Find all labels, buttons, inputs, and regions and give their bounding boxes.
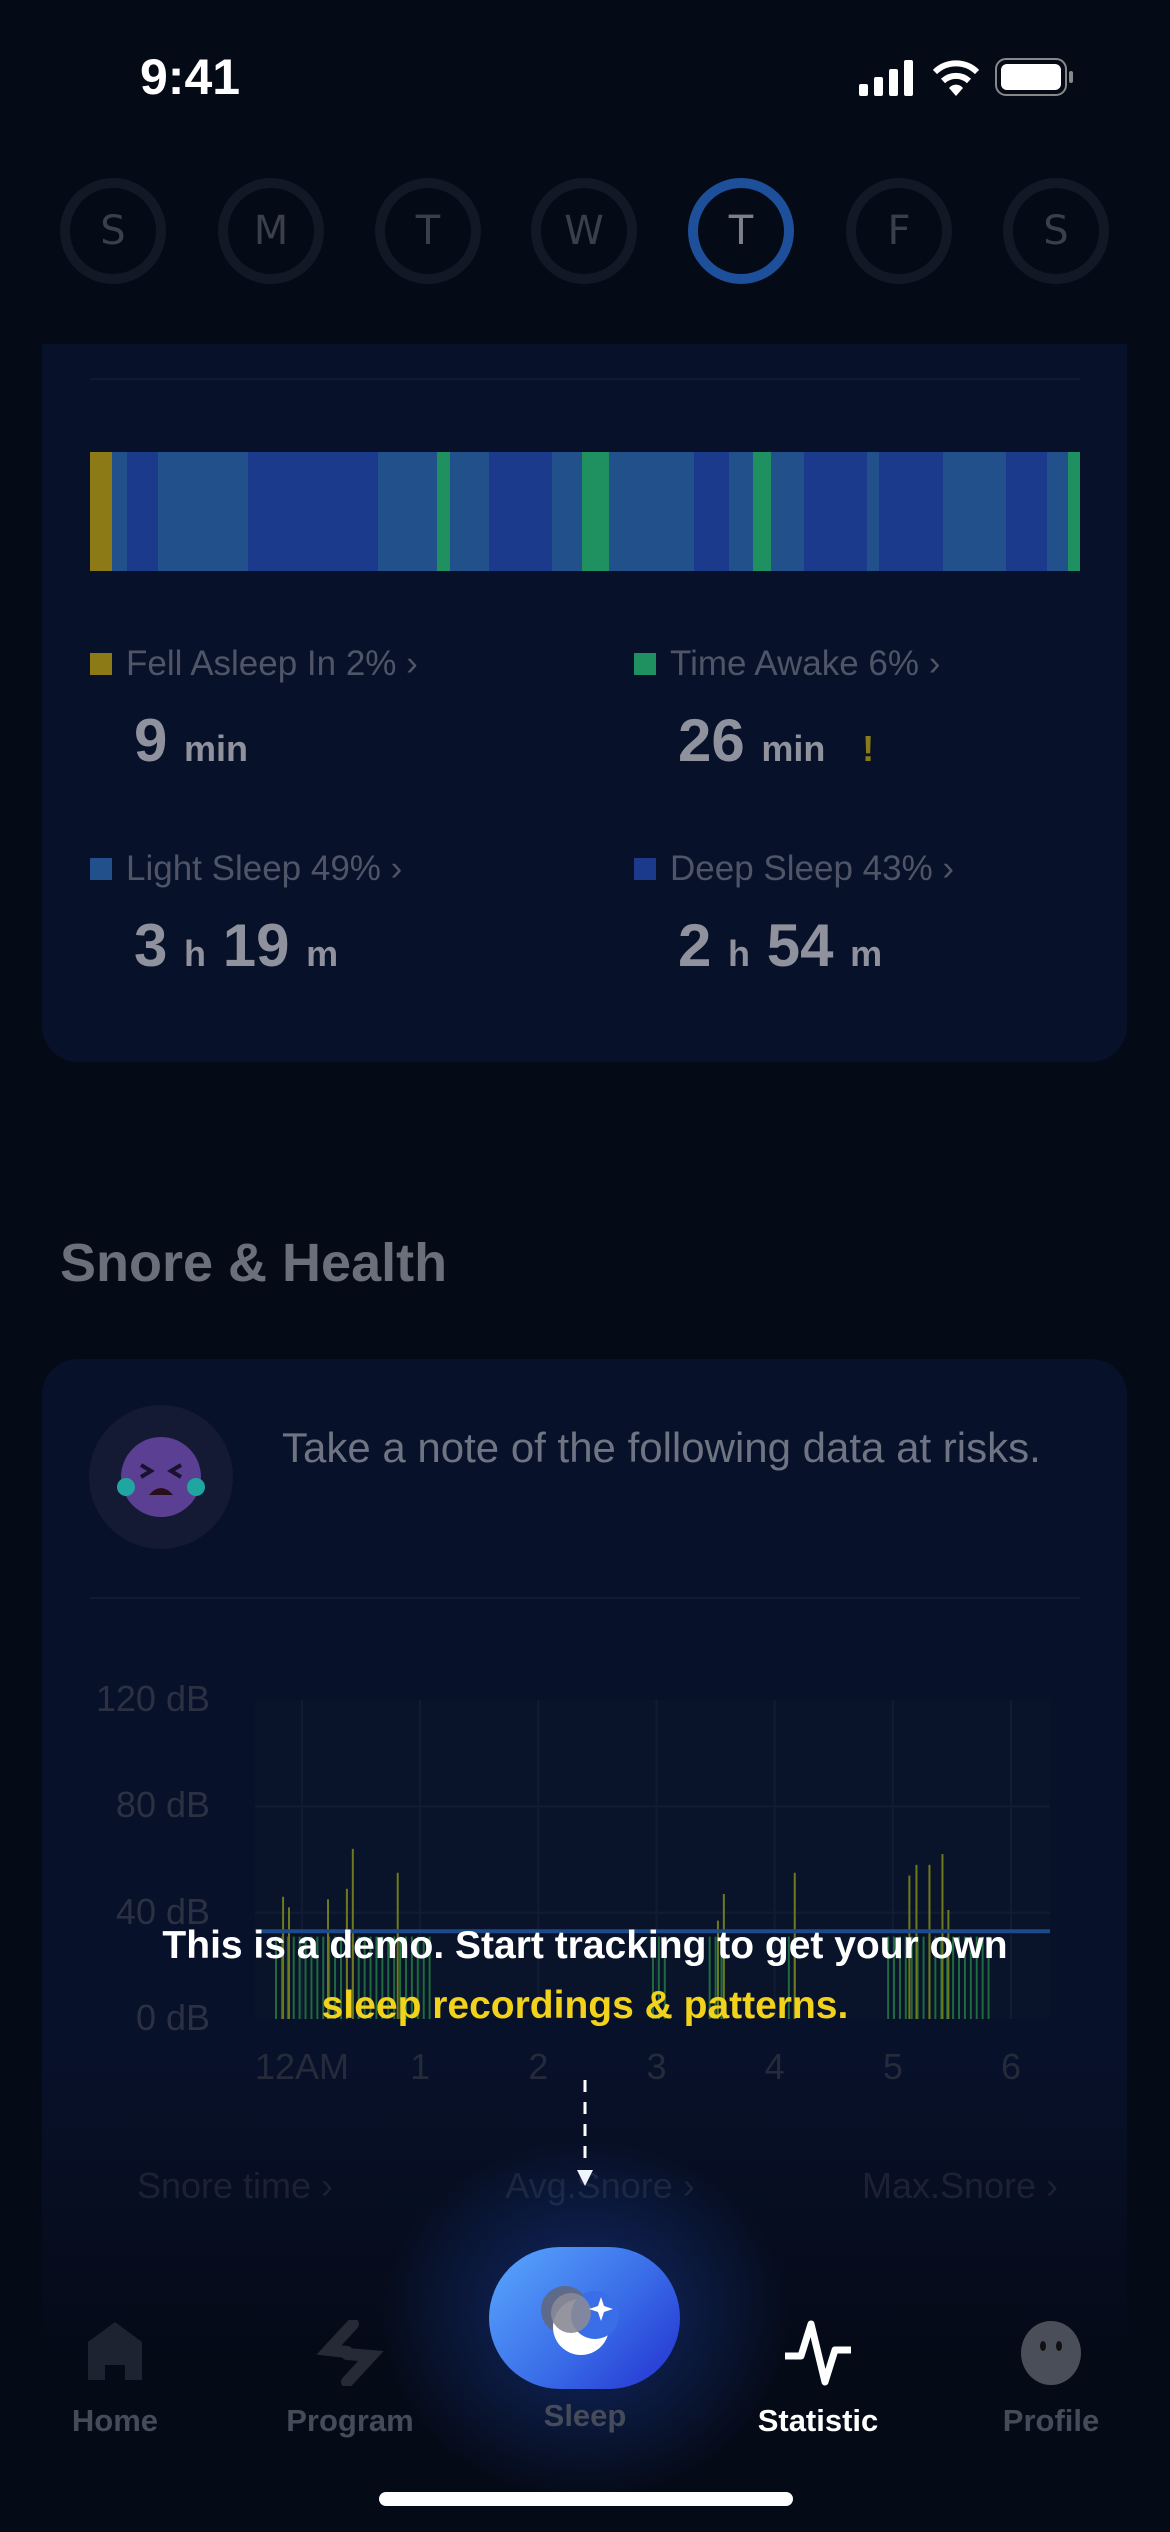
- wifi-icon: [933, 60, 979, 96]
- tab-home[interactable]: Home: [15, 2320, 215, 2439]
- status-time: 9:41: [140, 49, 241, 105]
- tab-label: Program: [286, 2403, 414, 2438]
- day-5[interactable]: F: [846, 178, 952, 284]
- demo-overlay-highlight: sleep recordings & patterns.: [321, 1984, 849, 2027]
- home-icon: [88, 2322, 142, 2380]
- sleep-button[interactable]: [489, 2247, 680, 2389]
- signal-icon: [859, 60, 913, 96]
- profile-face-icon: [1021, 2321, 1081, 2385]
- day-2[interactable]: T: [375, 178, 481, 284]
- day-3[interactable]: W: [531, 178, 637, 284]
- tab-statistic[interactable]: Statistic: [718, 2320, 918, 2439]
- demo-overlay-text: This is a demo. Start tracking to get yo…: [162, 1924, 1008, 1967]
- tab-label: Statistic: [757, 2403, 879, 2438]
- tab-label: Home: [71, 2403, 159, 2438]
- snore-stat-label[interactable]: Max.Snore ›: [862, 2165, 1058, 2207]
- day-4[interactable]: T: [688, 178, 794, 284]
- moon-star-icon: [541, 2286, 619, 2355]
- day-6[interactable]: S: [1003, 178, 1109, 284]
- tab-sleep[interactable]: Sleep: [485, 2398, 685, 2434]
- tab-label: Sleep: [543, 2398, 627, 2433]
- program-icon: [316, 2318, 384, 2388]
- day-0[interactable]: S: [60, 178, 166, 284]
- battery-icon: [995, 58, 1073, 96]
- status-icons: [859, 58, 1075, 96]
- day-1[interactable]: M: [218, 178, 324, 284]
- pulse-icon: [785, 2320, 851, 2386]
- tab-profile[interactable]: Profile: [951, 2320, 1151, 2439]
- tab-label: Profile: [1002, 2403, 1100, 2438]
- snore-stat-label[interactable]: Snore time ›: [137, 2165, 333, 2207]
- tab-program[interactable]: Program: [250, 2318, 450, 2439]
- home-indicator[interactable]: [379, 2492, 793, 2506]
